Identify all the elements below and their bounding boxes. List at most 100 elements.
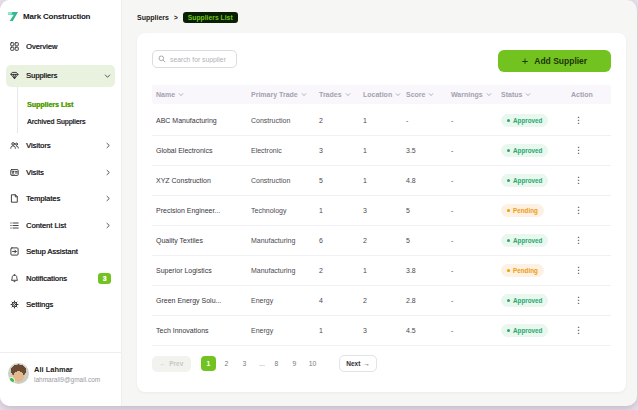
status-dot-icon bbox=[507, 269, 510, 272]
sidebar-item-label: Visits bbox=[26, 168, 44, 177]
cell-trades: 2 bbox=[319, 117, 363, 124]
sort-chevron-icon bbox=[525, 92, 531, 97]
arrow-left-icon: ← bbox=[160, 360, 167, 367]
sidebar-item-label: Setup Assistant bbox=[26, 247, 78, 256]
breadcrumb-parent[interactable]: Suppliers bbox=[137, 14, 169, 21]
table-row: XYZ ConstructionConstruction514.8-Approv… bbox=[152, 166, 611, 196]
column-header-location[interactable]: Location bbox=[363, 91, 406, 98]
status-dot-icon bbox=[507, 299, 510, 302]
prev-page-button[interactable]: ← Prev bbox=[152, 356, 191, 372]
sidebar-item-label: Overview bbox=[26, 42, 57, 51]
sidebar-item-overview[interactable]: Overview bbox=[0, 33, 121, 60]
cell-score: 5 bbox=[406, 237, 451, 244]
add-supplier-button[interactable]: + Add Supplier bbox=[498, 50, 611, 72]
column-header-score[interactable]: Score bbox=[406, 91, 451, 98]
sidebar-item-settings[interactable]: Settings bbox=[0, 292, 121, 319]
kebab-icon: ⋮ bbox=[574, 295, 583, 305]
column-label: Trades bbox=[319, 91, 342, 98]
user-profile[interactable]: Ali Lahmar lahmarali9@gmail.com bbox=[0, 352, 121, 406]
search-box[interactable] bbox=[152, 50, 237, 68]
column-header-trades[interactable]: Trades bbox=[319, 91, 363, 98]
cell-trades: 6 bbox=[319, 237, 363, 244]
page-number-8[interactable]: 8 bbox=[269, 356, 284, 371]
row-actions-menu[interactable]: ⋮ bbox=[571, 146, 611, 155]
cell-status: Approved bbox=[501, 234, 571, 247]
cell-name: Green Energy Solu... bbox=[152, 297, 251, 304]
logo[interactable]: Mark Construction bbox=[0, 0, 121, 33]
kebab-icon: ⋮ bbox=[574, 175, 583, 185]
cell-location: 1 bbox=[363, 117, 406, 124]
cell-location: 1 bbox=[363, 267, 406, 274]
cell-warnings: - bbox=[451, 237, 501, 244]
page-number-10[interactable]: 10 bbox=[305, 356, 320, 371]
row-actions-menu[interactable]: ⋮ bbox=[571, 296, 611, 305]
kebab-icon: ⋮ bbox=[574, 205, 583, 215]
cell-primary-trade: Electronic bbox=[251, 147, 319, 154]
plus-icon: + bbox=[522, 56, 528, 67]
cell-name: ABC Manufacturing bbox=[152, 117, 251, 124]
table-row: Quality TextilesManufacturing625-Approve… bbox=[152, 226, 611, 256]
document-icon bbox=[10, 194, 19, 203]
cell-warnings: - bbox=[451, 117, 501, 124]
cell-status: Approved bbox=[501, 144, 571, 157]
sidebar-item-setup-assistant[interactable]: Setup Assistant bbox=[0, 239, 121, 266]
table-row: Precision Engineer...Technology135-Pendi… bbox=[152, 196, 611, 226]
cell-location: 1 bbox=[363, 147, 406, 154]
bell-icon bbox=[10, 274, 19, 283]
cell-score: 4.8 bbox=[406, 177, 451, 184]
sidebar-item-notifications[interactable]: Notifications3 bbox=[0, 265, 121, 292]
sidebar-subitem-suppliers-list[interactable]: Suppliers List bbox=[27, 96, 121, 113]
cell-score: - bbox=[406, 117, 451, 124]
cell-warnings: - bbox=[451, 327, 501, 334]
cell-location: 3 bbox=[363, 207, 406, 214]
cell-score: 2.8 bbox=[406, 297, 451, 304]
table-row: ABC ManufacturingConstruction21--Approve… bbox=[152, 106, 611, 136]
sidebar-item-visits[interactable]: Visits bbox=[0, 159, 121, 186]
cell-name: XYZ Construction bbox=[152, 177, 251, 184]
row-actions-menu[interactable]: ⋮ bbox=[571, 206, 611, 215]
status-badge: Pending bbox=[501, 264, 544, 277]
page-number-1[interactable]: 1 bbox=[201, 356, 216, 371]
cell-score: 5 bbox=[406, 207, 451, 214]
kebab-icon: ⋮ bbox=[574, 265, 583, 275]
column-header-status[interactable]: Status bbox=[501, 91, 571, 98]
search-input[interactable] bbox=[170, 56, 231, 63]
next-page-button[interactable]: Next → bbox=[339, 355, 377, 372]
row-actions-menu[interactable]: ⋮ bbox=[571, 326, 611, 335]
sidebar-item-content-list[interactable]: Content List bbox=[0, 212, 121, 239]
row-actions-menu[interactable]: ⋮ bbox=[571, 176, 611, 185]
column-header-name[interactable]: Name bbox=[152, 91, 251, 98]
sidebar-item-suppliers[interactable]: Suppliers bbox=[6, 65, 115, 87]
kebab-icon: ⋮ bbox=[574, 325, 583, 335]
page-number-2[interactable]: 2 bbox=[219, 356, 234, 371]
sidebar-item-templates[interactable]: Templates bbox=[0, 186, 121, 213]
cell-status: Approved bbox=[501, 174, 571, 187]
status-badge: Approved bbox=[501, 324, 548, 337]
cell-status: Pending bbox=[501, 204, 571, 217]
sort-chevron-icon bbox=[486, 92, 492, 97]
status-dot-icon bbox=[507, 209, 510, 212]
row-actions-menu[interactable]: ⋮ bbox=[571, 116, 611, 125]
column-header-warnings[interactable]: Warnings bbox=[451, 91, 501, 98]
gem-icon bbox=[10, 71, 19, 80]
sidebar-item-label: Suppliers bbox=[26, 71, 57, 80]
cell-trades: 3 bbox=[319, 147, 363, 154]
column-header-primary-trade[interactable]: Primary Trade bbox=[251, 91, 319, 98]
sidebar-item-visitors[interactable]: Visitors bbox=[0, 133, 121, 160]
kebab-icon: ⋮ bbox=[574, 235, 583, 245]
breadcrumb-current: Suppliers List bbox=[183, 12, 238, 23]
row-actions-menu[interactable]: ⋮ bbox=[571, 266, 611, 275]
cell-score: 3.8 bbox=[406, 267, 451, 274]
page-number-9[interactable]: 9 bbox=[287, 356, 302, 371]
page-number-3[interactable]: 3 bbox=[237, 356, 252, 371]
cell-location: 1 bbox=[363, 177, 406, 184]
sidebar-subitem-archived-suppliers[interactable]: Archived Suppliers bbox=[27, 113, 121, 130]
breadcrumb: Suppliers > Suppliers List bbox=[123, 0, 637, 23]
status-badge: Approved bbox=[501, 144, 548, 157]
sidebar-nav: Overview Suppliers Suppliers ListArchived … bbox=[0, 33, 121, 318]
row-actions-menu[interactable]: ⋮ bbox=[571, 236, 611, 245]
chevron-right-icon bbox=[105, 195, 111, 202]
column-label: Status bbox=[501, 91, 522, 98]
cell-name: Tech Innovations bbox=[152, 327, 251, 334]
cell-primary-trade: Manufacturing bbox=[251, 267, 319, 274]
